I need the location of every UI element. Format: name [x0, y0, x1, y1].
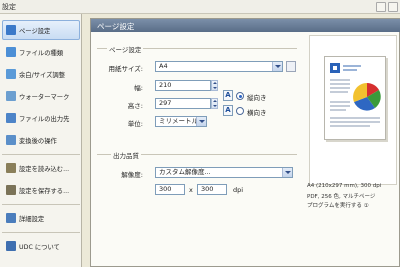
width-stepper[interactable]: [211, 80, 218, 91]
sidebar-item-save-settings[interactable]: 設定を保存する...: [2, 180, 80, 200]
sidebar-item-post-action[interactable]: 変換後の操作: [2, 130, 80, 150]
landscape-label: 横向き: [247, 109, 267, 117]
sidebar-item-label: 詳細設定: [19, 215, 45, 223]
panel-title: ページ設定: [97, 22, 135, 31]
sidebar-item-label: 変換後の操作: [19, 137, 57, 145]
resolution-select[interactable]: カスタム解像度...: [155, 167, 293, 178]
save-settings-icon: [6, 185, 16, 195]
sidebar-separator: [2, 154, 80, 155]
page-setup-group-title: ページ設定: [107, 44, 144, 54]
post-action-icon: [6, 135, 16, 145]
title-bar: 設定: [0, 0, 400, 14]
paper-size-value: A4: [159, 62, 168, 70]
dpi-y-field[interactable]: 300: [197, 184, 227, 195]
advanced-settings-icon: [6, 213, 16, 223]
file-type-icon: [6, 47, 16, 57]
chevron-down-icon: [282, 168, 292, 177]
dpi-unit-label: dpi: [233, 186, 244, 194]
info-icon: [6, 241, 16, 251]
sidebar-item-page-setup[interactable]: ページ設定: [2, 20, 80, 40]
sidebar-item-margins[interactable]: 余白/サイズ調整: [2, 64, 80, 84]
sidebar-item-label: 設定を保存する...: [19, 187, 70, 195]
preview-document-icon: [330, 63, 381, 127]
portrait-icon: A: [223, 90, 233, 101]
window-title: 設定: [2, 3, 16, 11]
unit-label: 単位:: [127, 120, 143, 128]
sidebar-item-watermark[interactable]: ウォーターマーク: [2, 86, 80, 106]
chevron-down-icon: [196, 117, 206, 126]
preview-info-action: プログラムを実行する ①: [307, 203, 369, 209]
sidebar-separator: [2, 232, 80, 233]
page-preview: [309, 35, 397, 185]
landscape-icon: A: [223, 105, 233, 116]
unit-value: ミリメートル: [159, 117, 198, 125]
sidebar-item-advanced[interactable]: 詳細設定: [2, 208, 80, 228]
watermark-icon: [6, 91, 16, 101]
width-field[interactable]: 210: [155, 80, 211, 91]
resolution-label: 解像度:: [121, 171, 143, 179]
portrait-radio[interactable]: [236, 92, 244, 100]
load-settings-icon: [6, 163, 16, 173]
sidebar-item-label: ファイルの出力先: [19, 115, 70, 123]
sidebar-item-about[interactable]: UDC について: [2, 236, 80, 256]
sidebar-item-label: ページ設定: [19, 27, 51, 35]
panel-header: ページ設定: [91, 19, 400, 32]
paper-size-select[interactable]: A4: [155, 61, 283, 72]
page-setup-icon: [6, 25, 16, 35]
height-field[interactable]: 297: [155, 98, 211, 109]
portrait-label: 縦向き: [247, 94, 267, 102]
sidebar-item-label: ファイルの種類: [19, 49, 64, 57]
paper-size-label: 用紙サイズ:: [108, 65, 144, 73]
height-label: 高さ:: [127, 102, 143, 110]
preview-page: [324, 56, 386, 140]
dpi-x-field[interactable]: 300: [155, 184, 185, 195]
sidebar-item-label: 余白/サイズ調整: [19, 71, 66, 79]
preview-info-format: A4 (210x297 mm), 300 dpi: [307, 183, 382, 189]
unit-select[interactable]: ミリメートル: [155, 116, 207, 127]
preview-info-type: PDF, 256 色, マルチページ: [307, 194, 376, 200]
close-button[interactable]: [388, 2, 398, 12]
sidebar-separator: [2, 204, 80, 205]
minimize-button[interactable]: [376, 2, 386, 12]
sidebar-item-file-type[interactable]: ファイルの種類: [2, 42, 80, 62]
chevron-down-icon: [272, 62, 282, 71]
width-label: 幅:: [134, 84, 143, 92]
resolution-value: カスタム解像度...: [159, 168, 211, 176]
landscape-radio[interactable]: [236, 107, 244, 115]
sidebar-item-label: UDC について: [19, 243, 60, 251]
folder-icon: [6, 113, 16, 123]
paper-size-edit-button[interactable]: [286, 61, 296, 72]
height-stepper[interactable]: [211, 98, 218, 109]
dpi-separator: x: [189, 186, 193, 194]
sidebar-item-output-folder[interactable]: ファイルの出力先: [2, 108, 80, 128]
sidebar-item-label: ウォーターマーク: [19, 93, 70, 101]
sidebar-item-label: 設定を読み込む...: [19, 165, 70, 173]
margins-icon: [6, 69, 16, 79]
output-quality-group-title: 出力品質: [111, 150, 141, 160]
sidebar: ページ設定 ファイルの種類 余白/サイズ調整 ウォーターマーク ファイルの出力先…: [0, 14, 82, 267]
sidebar-item-load-settings[interactable]: 設定を読み込む...: [2, 158, 80, 178]
page-setup-panel: ページ設定 ページ設定 用紙サイズ: A4 幅: 210 高さ: 297 単位:…: [90, 18, 400, 267]
